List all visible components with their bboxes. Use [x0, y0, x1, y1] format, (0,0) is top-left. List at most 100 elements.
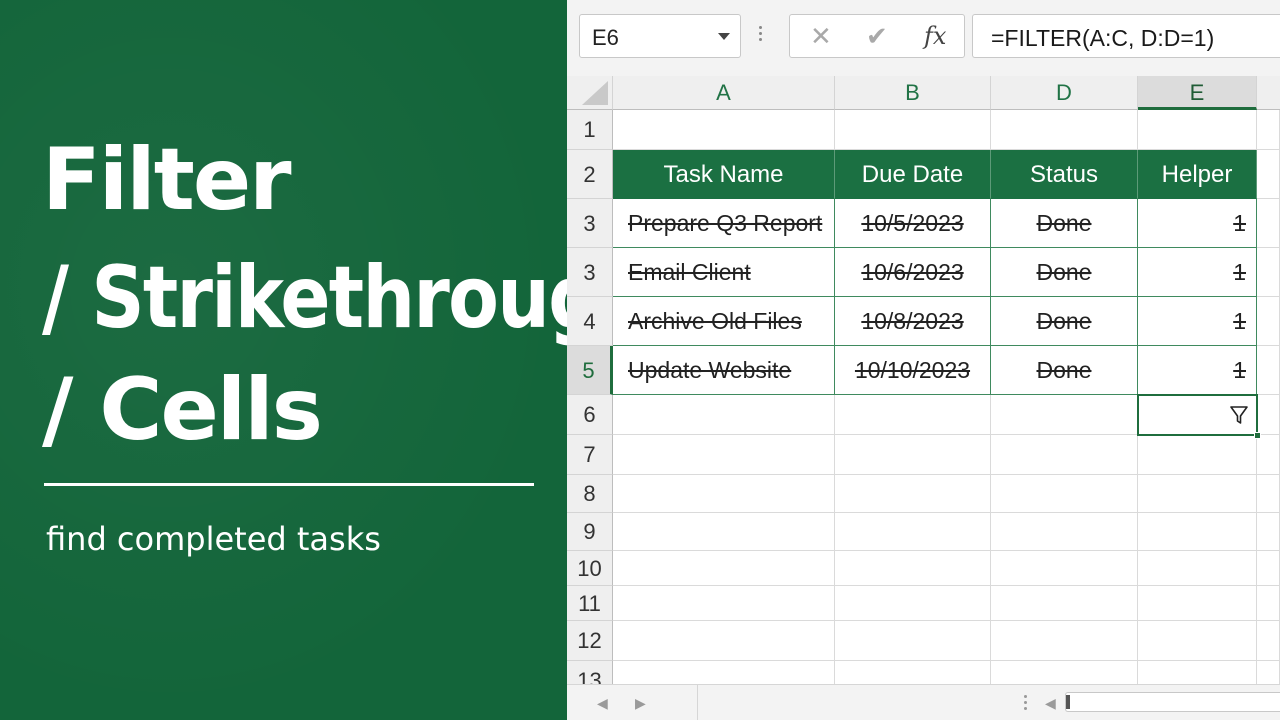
cell-empty[interactable] [991, 586, 1138, 621]
cell-empty[interactable] [835, 551, 991, 586]
select-all-corner[interactable] [567, 76, 613, 110]
table-cell-due-date[interactable]: 10/10/2023 [835, 346, 991, 395]
cell-empty[interactable] [991, 551, 1138, 586]
table-cell-task-name[interactable]: Email Client [613, 248, 835, 297]
cell-empty[interactable] [1257, 513, 1280, 551]
cell-empty[interactable] [835, 475, 991, 513]
cell-empty[interactable] [991, 513, 1138, 551]
cell-empty[interactable] [1257, 150, 1280, 199]
insert-function-icon[interactable]: fx [924, 22, 946, 50]
cell-empty[interactable] [835, 621, 991, 661]
cell-empty[interactable] [835, 586, 991, 621]
cell-empty[interactable] [613, 513, 835, 551]
cell-empty[interactable] [613, 551, 835, 586]
table-header-status[interactable]: Status [991, 150, 1138, 199]
column-header-a[interactable]: A [613, 76, 835, 110]
cell-empty[interactable] [1257, 248, 1280, 297]
row-header-1[interactable]: 1 [567, 110, 613, 150]
cell-empty[interactable] [1257, 475, 1280, 513]
row-header-11[interactable]: 11 [567, 586, 613, 621]
hscroll-left-icon[interactable]: ◀ [1045, 695, 1056, 712]
table-cell-helper[interactable]: 1 [1138, 199, 1257, 248]
formula-input[interactable]: =FILTER(A:C, D:D=1) [972, 14, 1280, 58]
row-header-5[interactable]: 5 [567, 346, 613, 395]
cell-empty[interactable] [613, 621, 835, 661]
table-header-task-name[interactable]: Task Name [613, 150, 835, 199]
table-header-helper[interactable]: Helper [1138, 150, 1257, 199]
row-header-7[interactable]: 7 [567, 435, 613, 475]
row-header-3b[interactable]: 3 [567, 248, 613, 297]
cell-empty[interactable] [1257, 110, 1280, 150]
cell-empty[interactable] [613, 435, 835, 475]
cell-empty[interactable] [991, 395, 1138, 435]
table-cell-helper[interactable]: 1 [1138, 248, 1257, 297]
cell-empty[interactable] [835, 513, 991, 551]
table-cell-task-name[interactable]: Archive Old Files [613, 297, 835, 346]
cell-empty[interactable] [1257, 551, 1280, 586]
table-cell-due-date[interactable]: 10/6/2023 [835, 248, 991, 297]
table-cell-status[interactable]: Done [991, 297, 1138, 346]
cell-empty[interactable] [1138, 475, 1257, 513]
table-cell-status[interactable]: Done [991, 248, 1138, 297]
sheet-tab-area[interactable] [697, 685, 1017, 720]
table-cell-status[interactable]: Done [991, 346, 1138, 395]
cell-grid[interactable]: A B D E 1 2 3 3 4 5 6 7 8 9 10 11 12 13 … [567, 76, 1280, 684]
cell-empty[interactable] [613, 395, 835, 435]
row-header-6[interactable]: 6 [567, 395, 613, 435]
scroll-right-icon[interactable]: ▶ [635, 695, 646, 712]
table-cell-due-date[interactable]: 10/8/2023 [835, 297, 991, 346]
cell-empty[interactable] [991, 475, 1138, 513]
table-cell-helper[interactable]: 1 [1138, 346, 1257, 395]
cell-empty[interactable] [1257, 661, 1280, 684]
cell-empty[interactable] [1257, 346, 1280, 395]
cell-empty[interactable] [1138, 586, 1257, 621]
cell-empty[interactable] [1138, 513, 1257, 551]
cell-empty[interactable] [1257, 199, 1280, 248]
name-box[interactable]: E6 [579, 14, 741, 58]
cell-empty[interactable] [1257, 395, 1280, 435]
table-cell-helper[interactable]: 1 [1138, 297, 1257, 346]
tab-splitter-icon[interactable] [1024, 695, 1027, 713]
column-header-e[interactable]: E [1138, 76, 1257, 110]
cell-empty[interactable] [1138, 661, 1257, 684]
filter-icon[interactable] [1230, 404, 1248, 426]
row-header-4[interactable]: 4 [567, 297, 613, 346]
cell-empty[interactable] [613, 586, 835, 621]
chevron-down-icon[interactable] [718, 33, 730, 40]
column-header-next[interactable] [1257, 76, 1280, 110]
row-header-13[interactable]: 13 [567, 661, 613, 684]
cell-empty[interactable] [991, 110, 1138, 150]
table-cell-task-name[interactable]: Prepare Q3 Report [613, 199, 835, 248]
cell-empty[interactable] [613, 475, 835, 513]
column-header-d[interactable]: D [991, 76, 1138, 110]
cell-empty[interactable] [1257, 297, 1280, 346]
row-header-10[interactable]: 10 [567, 551, 613, 586]
cell-empty[interactable] [1138, 551, 1257, 586]
cell-empty[interactable] [1138, 621, 1257, 661]
check-icon[interactable]: ✔ [866, 21, 888, 52]
scrollbar-thumb[interactable] [1066, 695, 1070, 709]
row-header-9[interactable]: 9 [567, 513, 613, 551]
cell-empty[interactable] [1138, 110, 1257, 150]
cell-empty[interactable] [1257, 586, 1280, 621]
cell-empty[interactable] [835, 435, 991, 475]
horizontal-scrollbar[interactable] [1065, 692, 1280, 712]
cell-empty[interactable] [613, 661, 835, 684]
formula-bar-splitter-icon[interactable] [759, 26, 762, 44]
cell-empty[interactable] [1257, 621, 1280, 661]
row-header-3[interactable]: 3 [567, 199, 613, 248]
cell-empty[interactable] [835, 661, 991, 684]
row-header-8[interactable]: 8 [567, 475, 613, 513]
cell-empty[interactable] [991, 661, 1138, 684]
cell-empty[interactable] [835, 110, 991, 150]
table-cell-status[interactable]: Done [991, 199, 1138, 248]
row-header-2[interactable]: 2 [567, 150, 613, 199]
cell-empty[interactable] [835, 395, 991, 435]
row-header-12[interactable]: 12 [567, 621, 613, 661]
fill-handle[interactable] [1254, 432, 1261, 439]
table-header-due-date[interactable]: Due Date [835, 150, 991, 199]
table-cell-due-date[interactable]: 10/5/2023 [835, 199, 991, 248]
cancel-icon[interactable]: ✕ [810, 21, 832, 52]
cell-empty[interactable] [613, 110, 835, 150]
scroll-left-icon[interactable]: ◀ [597, 695, 608, 712]
